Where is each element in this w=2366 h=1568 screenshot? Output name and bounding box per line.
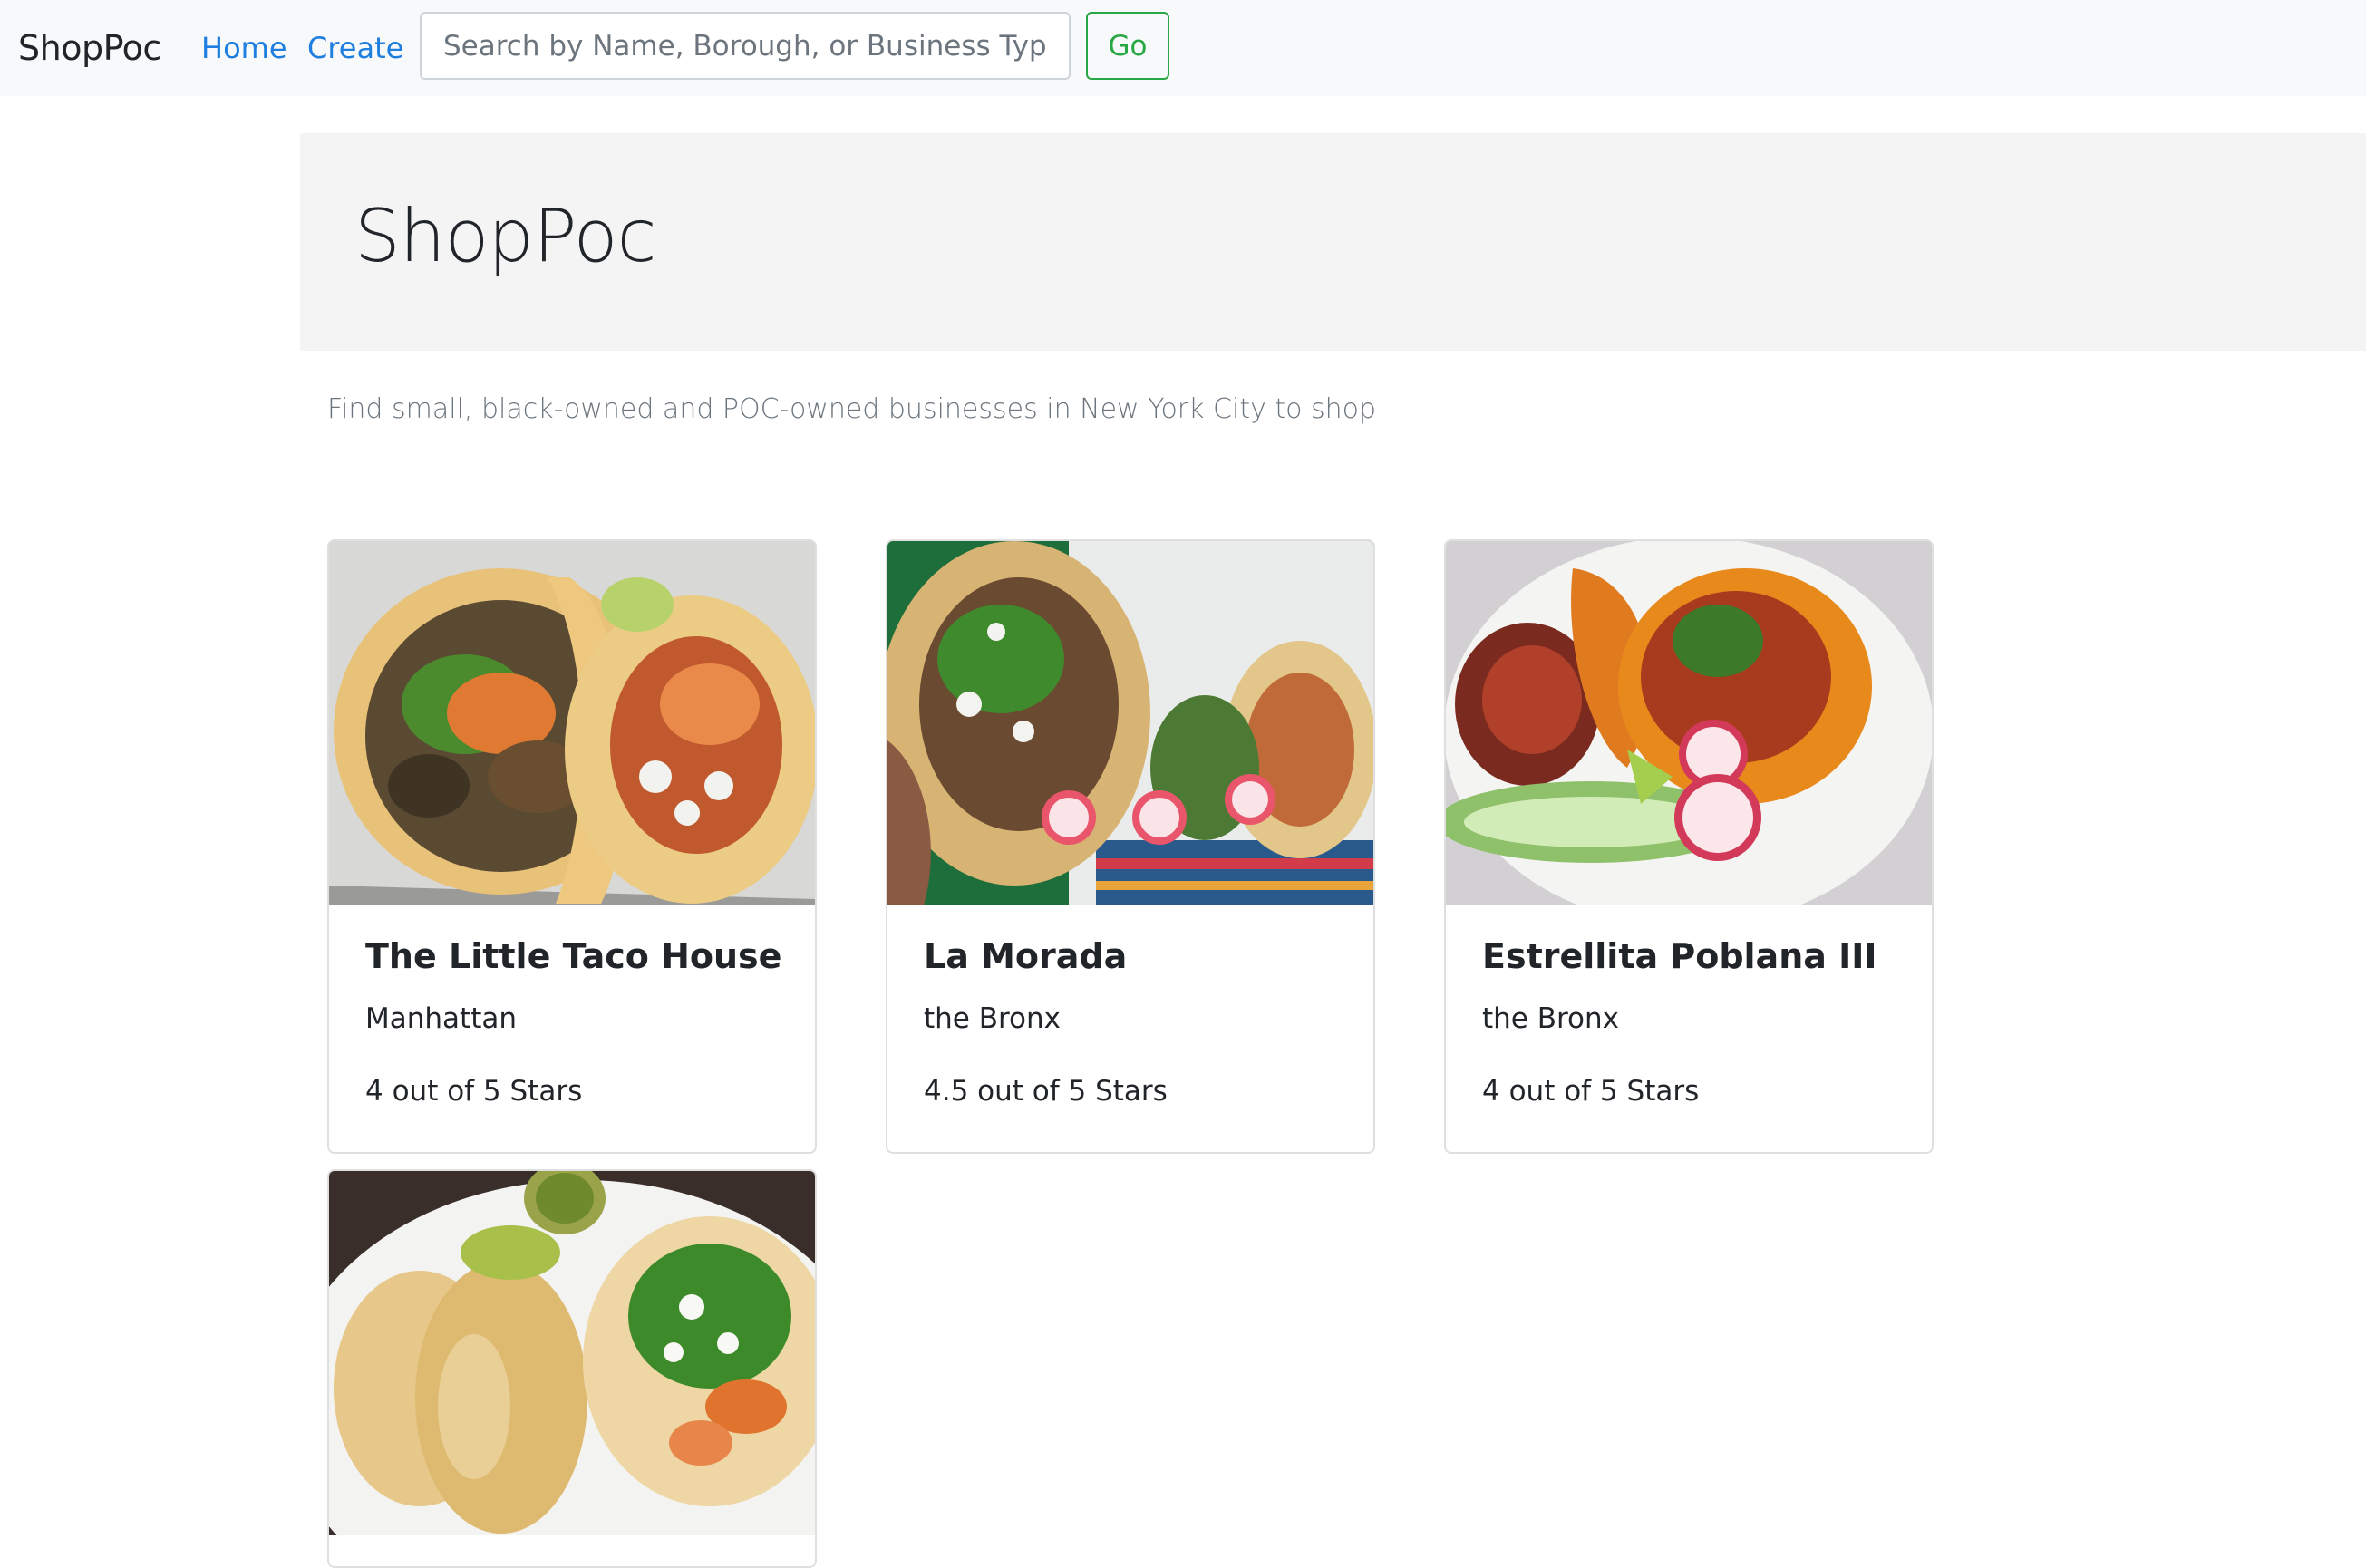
nav-link-create[interactable]: Create [307,31,403,65]
hero-banner: ShopPoc [300,133,2366,351]
business-name: La Morada [924,936,1128,976]
go-button[interactable]: Go [1086,12,1169,80]
business-photo [887,541,1373,905]
business-borough: the Bronx [1482,1002,1620,1035]
business-photo [329,541,815,905]
business-photo [1446,541,1932,905]
business-name: The Little Taco House [365,936,782,976]
business-card[interactable]: Estrellita Poblana III the Bronx 4 out o… [1444,539,1934,1154]
business-card[interactable]: La Morada the Bronx 4.5 out of 5 Stars [886,539,1375,1154]
business-name: Estrellita Poblana III [1482,936,1877,976]
page-subtitle: Find small, black-owned and POC-owned bu… [327,393,1377,425]
business-photo [329,1171,815,1535]
brand-logo[interactable]: ShopPoc [18,28,161,68]
business-borough: the Bronx [924,1002,1062,1035]
business-borough: Manhattan [365,1002,517,1035]
search-input[interactable] [420,12,1071,80]
business-card[interactable]: The Little Taco House Manhattan 4 out of… [327,539,817,1154]
page-title: ShopPoc [354,194,657,278]
business-card[interactable] [327,1169,817,1568]
nav-link-home[interactable]: Home [201,31,287,65]
business-rating: 4.5 out of 5 Stars [924,1075,1168,1108]
business-rating: 4 out of 5 Stars [365,1075,583,1108]
navbar: ShopPoc Home Create Go [0,0,2366,96]
business-rating: 4 out of 5 Stars [1482,1075,1700,1108]
